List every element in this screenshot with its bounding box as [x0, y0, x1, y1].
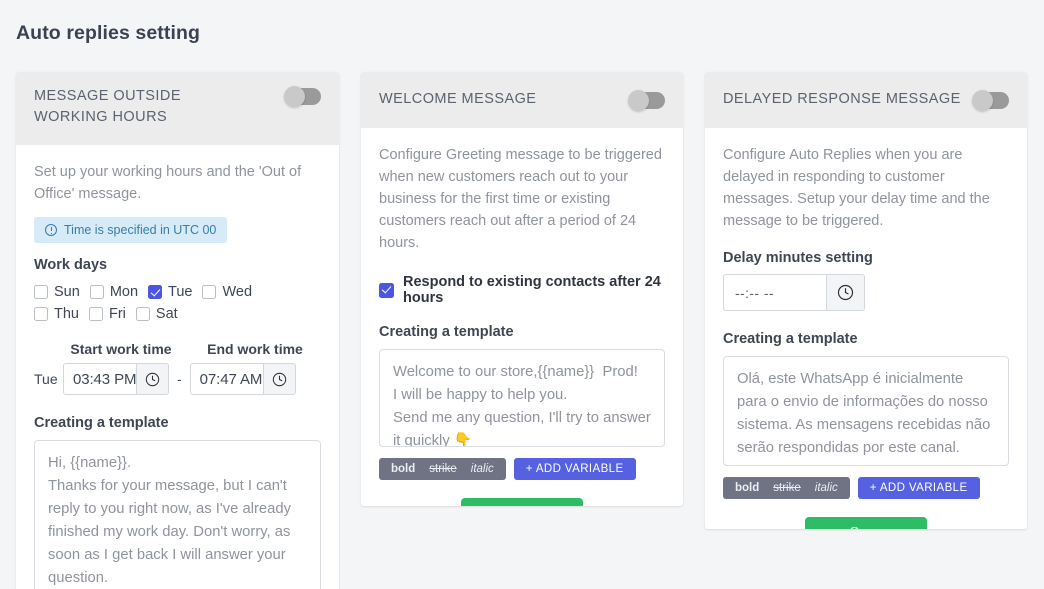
toggle-outside-working-hours[interactable] [284, 86, 321, 107]
card-outside-working-hours: MESSAGE OUTSIDE WORKING HOURS Set up you… [16, 72, 339, 589]
checkbox-box-checked [379, 282, 394, 298]
day-checkbox-sun[interactable]: Sun [34, 281, 88, 303]
day-checkbox-wed[interactable]: Wed [202, 281, 260, 303]
utc-info-text: Time is specified in UTC 00 [64, 223, 217, 238]
toggle-knob [628, 89, 649, 111]
day-checkbox-mon[interactable]: Mon [89, 281, 146, 303]
end-time-field[interactable]: 07:47 AM [189, 363, 296, 396]
toggle-knob [284, 86, 305, 107]
add-variable-button-welcome[interactable]: + ADD VARIABLE [513, 458, 636, 481]
checkbox-box-checked [148, 285, 163, 300]
format-bold-button[interactable]: bold [391, 463, 415, 475]
save-row-delayed: Save [723, 517, 1009, 529]
template-label-outside-hours: Creating a template [34, 415, 169, 432]
day-checkbox-tue[interactable]: Tue [148, 281, 200, 303]
respond-existing-contacts-label: Respond to existing contacts after 24 ho… [403, 274, 661, 307]
delay-minutes-field[interactable]: --:-- -- [723, 274, 865, 312]
respond-existing-contacts-checkbox[interactable]: Respond to existing contacts after 24 ho… [379, 274, 665, 306]
save-button-delayed[interactable]: Save [805, 517, 927, 529]
format-toolbar-row-delayed: bold strike italic + ADD VARIABLE [723, 477, 1009, 500]
format-bold-button[interactable]: bold [735, 482, 759, 494]
checkbox-box [34, 285, 48, 300]
info-icon [45, 224, 57, 237]
toggle-knob [972, 89, 993, 111]
description-delayed-response: Configure Auto Replies when you are dela… [723, 147, 990, 230]
day-label: Sat [155, 306, 178, 323]
card-welcome-message: WELCOME MESSAGE Configure Greeting messa… [361, 72, 683, 506]
day-label: Wed [222, 284, 253, 301]
template-label-welcome: Creating a template [379, 324, 514, 341]
checkbox-box [34, 307, 48, 322]
template-textarea-welcome[interactable]: Welcome to our store,{{name}} Prod! I wi… [379, 349, 665, 448]
checkbox-box [89, 307, 103, 322]
start-work-time-label: Start work time [70, 341, 172, 358]
format-toolbar-row-welcome: bold strike italic + ADD VARIABLE [379, 458, 665, 481]
checkbox-box [89, 285, 104, 300]
start-time-value: 03:43 PM [73, 370, 136, 388]
row-day-abbr: Tue [34, 371, 58, 388]
clock-icon-delay[interactable] [826, 275, 864, 311]
card-title-welcome-message: WELCOME MESSAGE [379, 91, 537, 108]
card-body-delayed-response: Configure Auto Replies when you are dela… [705, 128, 1027, 529]
card-body-welcome-message: Configure Greeting message to be trigger… [361, 128, 683, 506]
work-time-headers: Start work time End work time [63, 341, 321, 357]
card-delayed-response-message: DELAYED RESPONSE MESSAGE Configure Auto … [705, 72, 1027, 529]
format-strike-button[interactable]: strike [429, 463, 456, 475]
day-checkbox-sat[interactable]: Sat [135, 303, 186, 325]
day-label: Tue [168, 284, 193, 301]
work-days-checkbox-group: Sun Mon Tue Wed Thu Fri Sat [34, 281, 300, 325]
format-toolbar-delayed: bold strike italic [723, 477, 850, 500]
card-body-outside-working-hours: Set up your working hours and the 'Out o… [16, 145, 339, 589]
time-range-separator: - [177, 371, 182, 388]
clock-icon-end[interactable] [262, 364, 295, 395]
work-days-label: Work days [34, 257, 108, 274]
card-header-welcome-message: WELCOME MESSAGE [361, 72, 683, 128]
template-textarea-delayed[interactable]: Olá, este WhatsApp é inicialmente para o… [723, 356, 1009, 467]
work-time-row: Tue 03:43 PM - 07:47 AM [34, 363, 321, 396]
delay-minutes-label: Delay minutes setting [723, 250, 873, 267]
day-label: Fri [109, 306, 126, 323]
auto-replies-page: Auto replies setting MESSAGE OUTSIDE WOR… [0, 0, 1044, 589]
template-label-delayed: Creating a template [723, 331, 858, 348]
checkbox-box [135, 307, 150, 322]
day-checkbox-fri[interactable]: Fri [89, 303, 134, 325]
checkbox-box [202, 285, 217, 300]
day-checkbox-thu[interactable]: Thu [34, 303, 87, 325]
toggle-delayed-response[interactable] [972, 89, 1009, 111]
day-label: Sun [54, 284, 80, 301]
card-title-outside-working-hours: MESSAGE OUTSIDE WORKING HOURS [34, 88, 181, 126]
save-row-welcome: Save [379, 498, 665, 506]
template-textarea-outside-hours[interactable]: Hi, {{name}}. Thanks for your message, b… [34, 440, 321, 589]
day-label: Mon [109, 284, 139, 301]
delay-minutes-value: --:-- -- [735, 284, 774, 301]
card-header-outside-working-hours: MESSAGE OUTSIDE WORKING HOURS [16, 72, 339, 145]
format-italic-button[interactable]: italic [815, 482, 838, 494]
day-label: Thu [54, 306, 79, 323]
description-outside-working-hours: Set up your working hours and the 'Out o… [34, 164, 302, 203]
card-header-delayed-response: DELAYED RESPONSE MESSAGE [705, 72, 1027, 128]
clock-icon-start[interactable] [136, 364, 168, 395]
description-welcome-message: Configure Greeting message to be trigger… [379, 147, 662, 252]
save-button-welcome[interactable]: Save [461, 498, 583, 506]
add-variable-button-delayed[interactable]: + ADD VARIABLE [857, 477, 980, 500]
end-time-value: 07:47 AM [199, 370, 263, 388]
card-title-delayed-response: DELAYED RESPONSE MESSAGE [723, 91, 961, 108]
page-title: Auto replies setting [16, 22, 201, 44]
format-toolbar-welcome: bold strike italic [379, 458, 506, 481]
format-italic-button[interactable]: italic [471, 463, 494, 475]
end-work-time-label: End work time [207, 341, 303, 358]
format-strike-button[interactable]: strike [773, 482, 800, 494]
toggle-welcome-message[interactable] [628, 89, 665, 111]
start-time-field[interactable]: 03:43 PM [63, 363, 169, 396]
utc-info-badge: Time is specified in UTC 00 [34, 217, 228, 244]
